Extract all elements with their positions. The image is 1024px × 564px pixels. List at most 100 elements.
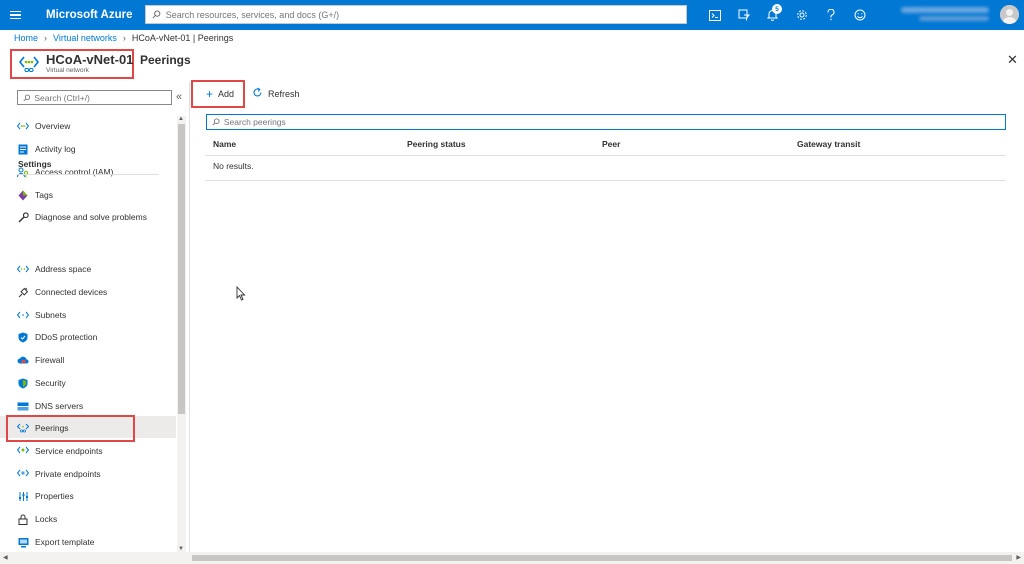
- horizontal-scrollbar[interactable]: ◀ ▶: [0, 552, 1024, 564]
- sidebar-item-firewall[interactable]: Firewall: [17, 350, 167, 370]
- sidebar-item-service-endpoints[interactable]: Service endpoints: [17, 441, 167, 461]
- sidebar-item-address-space[interactable]: Address space: [17, 259, 167, 279]
- breadcrumb-current: HCoA-vNet-01 | Peerings: [131, 33, 234, 43]
- scroll-right-icon[interactable]: ▶: [1016, 554, 1021, 561]
- peerings-search-box[interactable]: [206, 114, 1006, 130]
- breadcrumb-virtual-networks[interactable]: Virtual networks: [53, 33, 117, 43]
- account-info[interactable]: [888, 4, 993, 26]
- scrollbar-thumb[interactable]: [178, 124, 185, 414]
- scroll-up-icon[interactable]: ▲: [178, 116, 184, 122]
- sidebar-item-diagnose[interactable]: Diagnose and solve problems: [17, 207, 167, 227]
- sidebar-item-label: Export template: [35, 537, 95, 547]
- firewall-icon: [17, 354, 29, 366]
- app-title[interactable]: Microsoft Azure: [46, 9, 146, 21]
- column-header-gateway-transit[interactable]: Gateway transit: [797, 139, 860, 149]
- sidebar-item-label: Diagnose and solve problems: [35, 212, 147, 222]
- service-endpoint-icon: [17, 445, 29, 457]
- sidebar-item-label: DDoS protection: [35, 332, 98, 342]
- column-header-peering-status[interactable]: Peering status: [407, 139, 466, 149]
- column-header-name[interactable]: Name: [213, 139, 236, 149]
- refresh-button-label: Refresh: [268, 89, 300, 99]
- resource-name: HCoA-vNet-01: [46, 51, 134, 67]
- sidebar-item-locks[interactable]: Locks: [17, 509, 167, 529]
- shield-icon: [17, 331, 29, 343]
- search-icon: [212, 118, 220, 126]
- settings-section-label: Settings: [18, 159, 52, 169]
- search-icon: [23, 94, 31, 101]
- sidebar-item-label: Firewall: [35, 355, 65, 365]
- plus-icon: +: [206, 87, 214, 101]
- sidebar-item-security[interactable]: Security: [17, 373, 167, 393]
- sidebar-item-properties[interactable]: Properties: [17, 486, 167, 506]
- sidebar-item-label: Activity log: [35, 144, 76, 154]
- refresh-button[interactable]: Refresh: [252, 86, 300, 102]
- sidebar-item-ddos-protection[interactable]: DDoS protection: [17, 327, 167, 347]
- sidebar-item-overview[interactable]: Overview: [17, 116, 167, 136]
- divider: [206, 180, 1006, 181]
- sidebar-item-label: Security: [35, 378, 66, 388]
- search-icon: [152, 10, 161, 19]
- divider: [17, 174, 159, 175]
- directory-filter-icon[interactable]: [729, 0, 758, 30]
- sidebar-item-dns-servers[interactable]: DNS servers: [17, 396, 167, 416]
- add-button[interactable]: + Add: [206, 86, 234, 102]
- scrollbar-thumb[interactable]: [192, 555, 1012, 561]
- global-search-box[interactable]: [145, 5, 687, 24]
- sidebar-item-label: Private endpoints: [35, 469, 101, 479]
- sidebar-item-label: Properties: [35, 491, 74, 501]
- notification-badge: 5: [772, 4, 782, 14]
- sidebar-item-connected-devices[interactable]: Connected devices: [17, 282, 167, 302]
- chevron-right-icon: ›: [122, 33, 126, 43]
- wrench-icon: [17, 211, 29, 223]
- plug-icon: [17, 286, 29, 298]
- sidebar-item-label: Connected devices: [35, 287, 108, 297]
- sidebar-search-box[interactable]: [17, 90, 172, 105]
- cloud-shell-icon[interactable]: [700, 0, 729, 30]
- resource-header: HCoA-vNet-01 Virtual network: [14, 48, 133, 78]
- private-endpoint-icon: [17, 468, 29, 480]
- scroll-left-icon[interactable]: ◀: [3, 554, 8, 561]
- table-header: Name Peering status Peer Gateway transit: [206, 134, 1006, 156]
- sidebar-item-label: Subnets: [35, 310, 67, 320]
- add-button-label: Add: [218, 89, 235, 99]
- sidebar-item-label: Locks: [35, 514, 58, 524]
- export-template-icon: [17, 536, 29, 548]
- dns-icon: [17, 400, 29, 412]
- empty-state-text: No results.: [213, 161, 254, 171]
- overview-icon: [17, 120, 29, 132]
- page-title: Peerings: [140, 53, 191, 67]
- lock-icon: [17, 513, 29, 525]
- virtual-network-icon: [18, 56, 40, 72]
- column-header-peer[interactable]: Peer: [602, 139, 620, 149]
- sidebar-item-label: DNS servers: [35, 401, 84, 411]
- help-icon[interactable]: [816, 0, 845, 30]
- breadcrumb: Home › Virtual networks › HCoA-vNet-01 |…: [14, 30, 233, 46]
- sidebar-item-activity-log[interactable]: Activity log: [17, 139, 167, 159]
- sidebar-scrollbar[interactable]: ▲ ▼: [177, 116, 186, 552]
- sidebar-item-subnets[interactable]: Subnets: [17, 305, 167, 325]
- sidebar-item-label: Address space: [35, 264, 92, 274]
- collapse-sidebar-icon[interactable]: «: [176, 91, 182, 103]
- sidebar-item-label: Tags: [35, 190, 53, 200]
- chevron-right-icon: ›: [44, 33, 48, 43]
- activity-log-icon: [17, 143, 29, 155]
- sidebar-item-private-endpoints[interactable]: Private endpoints: [17, 464, 167, 484]
- sidebar-search-input[interactable]: [34, 92, 171, 103]
- sidebar-item-tags[interactable]: Tags: [17, 185, 167, 205]
- feedback-icon[interactable]: [845, 0, 874, 30]
- tag-icon: [17, 189, 29, 201]
- avatar[interactable]: [1000, 5, 1019, 24]
- gear-icon[interactable]: [787, 0, 816, 30]
- bell-icon[interactable]: 5: [758, 0, 787, 30]
- mouse-cursor-icon: [236, 286, 246, 301]
- hamburger-menu-icon[interactable]: [0, 0, 30, 30]
- close-icon[interactable]: ✕: [1007, 52, 1018, 68]
- sidebar-item-export-template[interactable]: Export template: [17, 532, 167, 552]
- global-search-input[interactable]: [165, 9, 686, 20]
- peerings-search-input[interactable]: [223, 117, 1005, 127]
- sidebar-item-label: Overview: [35, 121, 71, 131]
- subnet-icon: [17, 309, 29, 321]
- address-space-icon: [17, 263, 29, 275]
- security-shield-icon: [17, 377, 29, 389]
- breadcrumb-home[interactable]: Home: [14, 33, 38, 43]
